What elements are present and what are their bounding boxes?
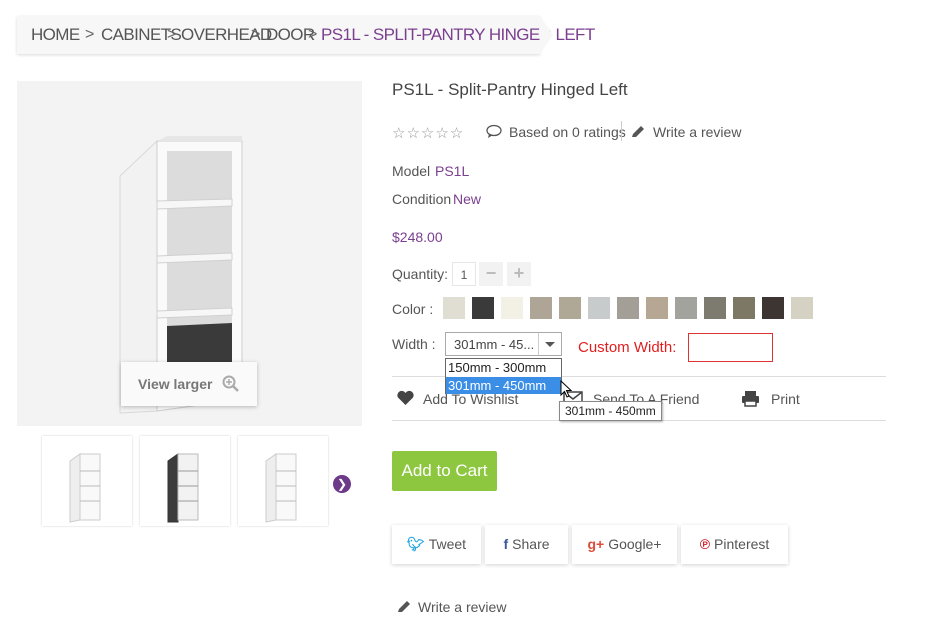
print-link[interactable]: Print	[771, 391, 800, 407]
color-swatch[interactable]	[704, 297, 726, 319]
write-review-link[interactable]: Write a review	[653, 124, 741, 140]
next-arrow-icon[interactable]: ❯	[333, 475, 351, 493]
google-label: Google+	[608, 536, 662, 552]
quantity-label: Quantity:	[392, 266, 449, 282]
color-swatch[interactable]	[559, 297, 581, 319]
rating-count[interactable]: Based on 0 ratings	[509, 124, 626, 140]
zoom-icon	[222, 375, 239, 392]
pencil-icon	[398, 601, 410, 612]
facebook-icon: f	[503, 536, 509, 552]
custom-width-label: Custom Width:	[578, 339, 677, 356]
breadcrumb-separator: >	[85, 26, 95, 43]
color-swatch[interactable]	[733, 297, 755, 319]
color-swatch[interactable]	[472, 297, 494, 319]
cabinet-thumbnail	[69, 453, 101, 523]
thumbnail-white[interactable]	[42, 436, 132, 526]
width-selected-value: 301mm - 45...	[454, 337, 535, 352]
chevron-down-icon[interactable]	[538, 333, 561, 355]
width-option-highlighted[interactable]: 301mm - 450mm	[446, 377, 561, 394]
share-label: Share	[512, 536, 550, 552]
breadcrumb: HOME > CABINETS > OVERHEAD > DOOR > PS1L…	[17, 16, 595, 54]
color-swatch[interactable]	[501, 297, 523, 319]
quantity-decrease-button[interactable]: −	[479, 262, 503, 286]
color-swatch[interactable]	[617, 297, 639, 319]
breadcrumb-separator: >	[251, 26, 261, 43]
facebook-share-button[interactable]: f Share	[485, 525, 568, 564]
write-review-bottom-link[interactable]: Write a review	[418, 599, 506, 615]
twitter-icon: 🐦︎	[406, 536, 425, 552]
custom-width-input[interactable]	[688, 333, 773, 362]
color-swatch[interactable]	[762, 297, 784, 319]
tweet-label: Tweet	[428, 536, 467, 552]
condition-label: Condition	[392, 191, 452, 207]
heart-icon	[397, 390, 414, 405]
model-value: PS1L	[435, 163, 470, 179]
price: $248.00	[392, 229, 443, 245]
cabinet-thumbnail	[265, 453, 297, 523]
color-swatch[interactable]	[791, 297, 813, 319]
divider	[621, 121, 622, 141]
add-to-cart-button[interactable]: Add to Cart	[392, 451, 497, 491]
width-select[interactable]: 301mm - 45...	[445, 332, 562, 356]
pencil-icon	[632, 126, 644, 137]
color-swatch[interactable]	[646, 297, 668, 319]
pinterest-icon: ℗	[699, 536, 711, 552]
product-title: PS1L - Split-Pantry Hinged Left	[392, 80, 628, 99]
breadcrumb-separator: >	[308, 26, 318, 43]
pinterest-label: Pinterest	[714, 536, 770, 552]
mouse-cursor-icon	[560, 380, 572, 398]
width-dropdown-list: 150mm - 300mm 301mm - 450mm	[445, 358, 562, 394]
view-larger-button[interactable]: View larger	[121, 362, 257, 406]
color-label: Color :	[392, 301, 434, 317]
printer-icon	[742, 391, 759, 407]
google-plus-button[interactable]: g+ Google+	[572, 525, 677, 564]
color-swatch[interactable]	[443, 297, 465, 319]
pinterest-button[interactable]: ℗ Pinterest	[681, 525, 788, 564]
tweet-button[interactable]: 🐦︎ Tweet	[392, 525, 481, 564]
color-swatch[interactable]	[675, 297, 697, 319]
thumbnail-dark[interactable]	[140, 436, 230, 526]
view-larger-label: View larger	[138, 376, 213, 392]
width-option[interactable]: 150mm - 300mm	[446, 359, 561, 376]
rating-stars: ☆☆☆☆☆	[392, 125, 465, 142]
thumbnail-white-2[interactable]	[238, 436, 328, 526]
google-plus-icon: g+	[587, 536, 605, 552]
color-swatch[interactable]	[588, 297, 610, 319]
comment-icon	[486, 124, 502, 138]
width-label: Width :	[392, 336, 436, 352]
condition-value: New	[453, 191, 482, 207]
quantity-increase-button[interactable]: +	[507, 262, 531, 286]
breadcrumb-separator: >	[167, 26, 177, 43]
model-label: Model	[392, 163, 431, 179]
width-tooltip: 301mm - 450mm	[559, 401, 662, 421]
color-swatch[interactable]	[530, 297, 552, 319]
cabinet-thumbnail	[167, 453, 199, 523]
breadcrumb-home[interactable]: HOME	[31, 25, 80, 45]
breadcrumb-current: PS1L - SPLIT-PANTRY HINGED LEFT	[321, 25, 595, 44]
quantity-input[interactable]: 1	[452, 262, 476, 286]
